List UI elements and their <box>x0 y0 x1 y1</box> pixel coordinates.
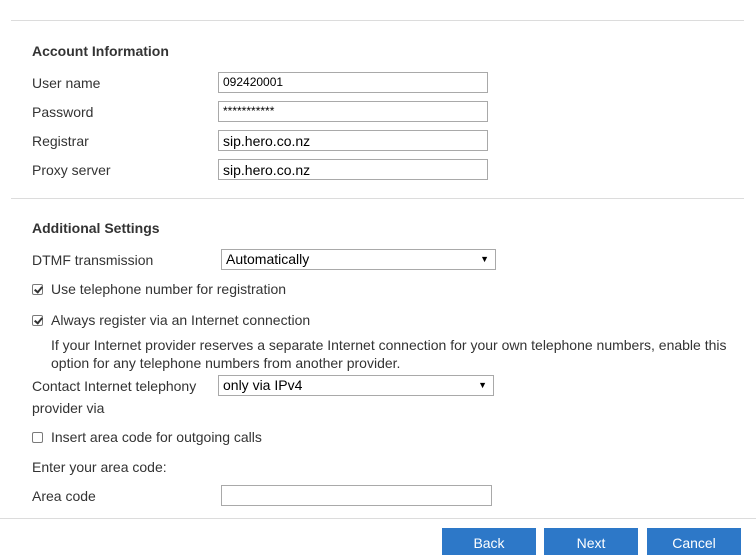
always-register-label: Always register via an Internet connecti… <box>51 312 311 328</box>
account-information-heading: Account Information <box>32 43 169 59</box>
dtmf-transmission-label: DTMF transmission <box>32 252 154 268</box>
back-button[interactable]: Back <box>442 528 536 555</box>
contact-provider-selected-value: only via IPv4 <box>223 377 303 393</box>
footer-divider <box>0 518 756 519</box>
contact-provider-label-line1: Contact Internet telephony <box>32 378 197 394</box>
dropdown-arrow-icon: ▼ <box>478 380 487 390</box>
area-code-label: Area code <box>32 488 96 504</box>
registrar-label: Registrar <box>32 133 89 149</box>
username-label: User name <box>32 75 101 91</box>
always-register-help-text: If your Internet provider reserves a sep… <box>51 337 727 371</box>
section-divider <box>11 198 744 199</box>
top-divider <box>11 20 744 21</box>
proxy-server-input[interactable]: sip.hero.co.nz <box>218 159 488 180</box>
contact-provider-label-line2: provider via <box>32 400 105 416</box>
contact-provider-select[interactable]: only via IPv4 ▼ <box>218 375 494 396</box>
provider-settings-page: Account Information User name 092420001 … <box>0 0 756 555</box>
insert-area-code-checkbox[interactable] <box>32 432 43 443</box>
registrar-input[interactable]: sip.hero.co.nz <box>218 130 488 151</box>
always-register-checkbox[interactable] <box>32 315 43 326</box>
enter-area-code-label: Enter your area code: <box>32 459 167 475</box>
dropdown-arrow-icon: ▼ <box>480 254 489 264</box>
use-telephone-number-label: Use telephone number for registration <box>51 281 287 297</box>
cancel-button[interactable]: Cancel <box>647 528 741 555</box>
dtmf-transmission-select[interactable]: Automatically ▼ <box>221 249 496 270</box>
additional-settings-heading: Additional Settings <box>32 220 160 236</box>
password-input[interactable]: *********** <box>218 101 488 122</box>
use-telephone-number-checkbox[interactable] <box>32 284 43 295</box>
proxy-server-label: Proxy server <box>32 162 111 178</box>
password-label: Password <box>32 104 94 120</box>
area-code-input[interactable] <box>221 485 492 506</box>
next-button[interactable]: Next <box>544 528 638 555</box>
username-input[interactable]: 092420001 <box>218 72 488 93</box>
dtmf-selected-value: Automatically <box>226 251 310 267</box>
insert-area-code-label: Insert area code for outgoing calls <box>51 429 262 445</box>
